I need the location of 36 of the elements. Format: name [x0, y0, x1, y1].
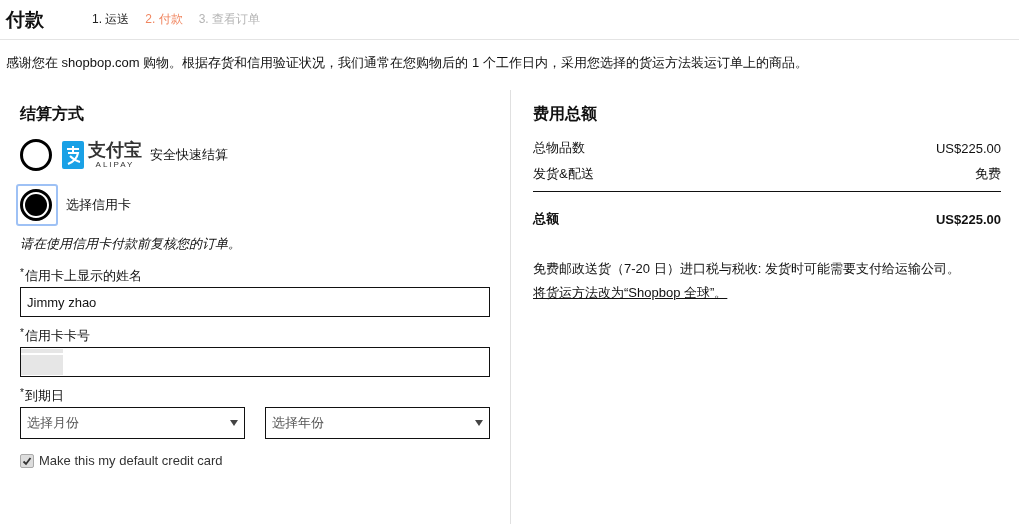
- field-label: 信用卡卡号: [24, 328, 90, 343]
- checkbox-label: Make this my default credit card: [39, 453, 223, 468]
- alipay-logo-icon: [62, 141, 84, 169]
- field-label: 到期日: [24, 388, 64, 403]
- required-mark: *: [20, 267, 24, 278]
- section-heading: 结算方式: [20, 104, 85, 124]
- checkout-step: 2. 付款: [145, 11, 183, 28]
- summary-label: 总物品数: [533, 139, 585, 157]
- note-text: 请在使用信用卡付款前复核您的订单。: [20, 235, 242, 253]
- field-label: 信用卡上显示的姓名: [24, 268, 142, 283]
- summary-label: 发货&配送: [533, 165, 594, 183]
- logo-subtext: ALIPAY: [95, 161, 135, 169]
- option-label: 安全快速结算: [150, 146, 228, 164]
- select-field[interactable]: 选择月份: [20, 407, 245, 439]
- option-label: 选择信用卡: [66, 196, 131, 214]
- change-shipping-link[interactable]: 将货运方法改为“Shopbop 全球”。: [533, 284, 728, 302]
- checkbox[interactable]: [20, 453, 34, 468]
- checkout-step: 3. 查看订单: [198, 11, 261, 28]
- summary-value: 免费: [975, 165, 1001, 183]
- page-title: 付款: [6, 7, 44, 32]
- required-mark: *: [20, 327, 24, 338]
- total-value: US$225.00: [935, 211, 1001, 227]
- total-label: 总额: [533, 210, 559, 228]
- select-field[interactable]: 选择年份: [265, 407, 490, 439]
- summary-value: US$225.00: [935, 140, 1001, 156]
- intro-text: 感谢您在 shopbop.com 购物。根据存货和信用验证状况，我们通常在您购物后的 1 个工作日内，采用您选择的货运方法装运订单上的商品。: [6, 54, 809, 72]
- dropdown-icon: [230, 420, 238, 426]
- shipping-note: 免费邮政送货（7-20 日）进口税与税收: 发货时可能需要支付给运输公司。: [533, 260, 961, 278]
- section-heading: 费用总额: [533, 104, 598, 124]
- required-mark: *: [20, 387, 24, 398]
- input-field[interactable]: [20, 347, 490, 377]
- logo-text: 支付宝: [88, 141, 142, 159]
- input-field[interactable]: Jimmy zhao: [20, 287, 490, 317]
- dropdown-icon: [475, 420, 483, 426]
- checkout-step: 1. 运送: [92, 11, 130, 28]
- radio-button[interactable]: [16, 184, 58, 226]
